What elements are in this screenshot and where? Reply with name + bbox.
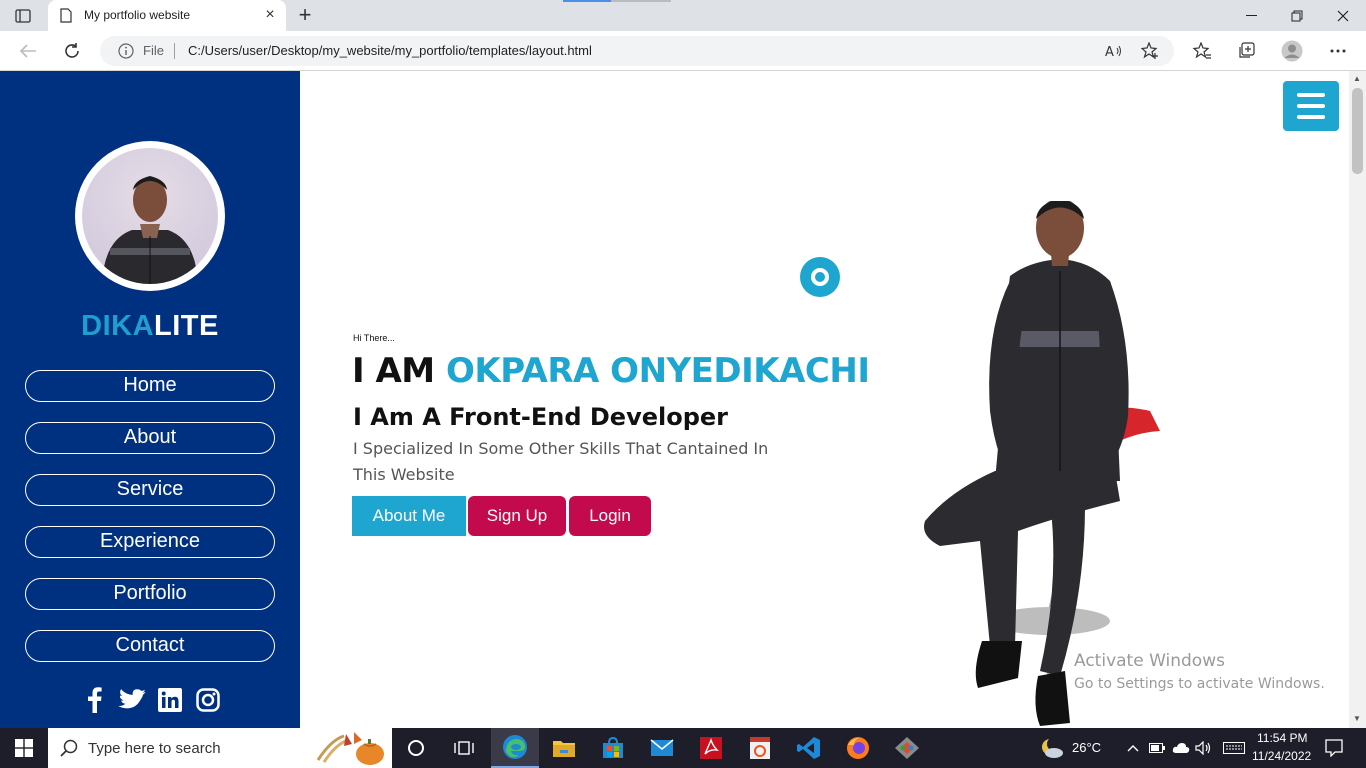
notification-center-icon[interactable] [1324,738,1344,758]
tab-indicator-secondary [611,0,671,2]
browser-tab[interactable]: My portfolio website × [48,0,286,31]
hero-description: I Specialized In Some Other Skills That … [353,439,769,484]
add-favorite-icon[interactable] [1140,42,1160,60]
collections-icon[interactable] [1234,40,1258,62]
tab-indicator [563,0,611,2]
url-text[interactable]: C:/Users/user/Desktop/my_website/my_port… [188,43,592,58]
microsoft-store-icon[interactable] [589,728,637,768]
refresh-icon[interactable] [59,39,85,63]
watermark-subtitle: Go to Settings to activate Windows. [1074,676,1325,692]
taskbar-date[interactable]: 11/24/2022 [1252,749,1311,763]
taskbar-search-box[interactable]: Type here to search [48,728,392,768]
browser-tab-bar: My portfolio website × + [0,0,1366,31]
profile-photo [82,148,218,284]
more-options-icon[interactable] [1326,40,1350,62]
hero-portrait-image [910,198,1170,728]
edge-browser-icon[interactable] [491,728,539,768]
nav-link-service[interactable]: Service [25,474,275,506]
sign-up-button[interactable]: Sign Up [468,496,566,536]
profile-photo-frame [75,141,225,291]
volume-icon[interactable] [1195,740,1213,756]
watermark-title: Activate Windows [1074,651,1225,671]
back-arrow-icon[interactable] [15,39,41,63]
instagram-icon[interactable] [194,686,222,714]
harvest-decoration-icon [316,730,388,766]
search-icon [60,739,78,762]
file-label: File [143,43,164,58]
taskbar-time[interactable]: 11:54 PM [1257,731,1307,745]
close-tab-icon[interactable]: × [262,7,278,23]
menu-bar [1297,115,1325,119]
favorites-icon[interactable] [1190,40,1214,62]
profile-avatar-icon[interactable] [1280,40,1304,62]
info-icon[interactable] [118,43,134,64]
tab-title: My portfolio website [84,8,191,22]
nav-link-portfolio[interactable]: Portfolio [25,578,275,610]
mail-icon[interactable] [638,728,686,768]
separator [174,43,175,59]
show-hidden-icons-chevron-icon[interactable] [1124,740,1142,756]
brand-part-1: DIKA [81,310,155,342]
file-explorer-icon[interactable] [540,728,588,768]
task-view-icon[interactable] [440,728,488,768]
adobe-acrobat-icon[interactable] [687,728,735,768]
new-tab-button[interactable]: + [294,4,316,27]
nav-link-home[interactable]: Home [25,370,275,402]
firefox-icon[interactable] [834,728,882,768]
search-placeholder: Type here to search [88,740,221,757]
scroll-up-arrow-icon[interactable]: ▲ [1353,74,1361,83]
keyboard-icon[interactable] [1222,740,1246,756]
headline-prefix: I AM [352,351,446,391]
hamburger-menu-button[interactable] [1283,81,1339,131]
side-navigation: Home About Service Experience Portfolio … [25,370,275,682]
twitter-icon[interactable] [118,686,146,714]
omnibox[interactable]: File C:/Users/user/Desktop/my_website/my… [100,36,1174,66]
weather-moon-icon[interactable] [1040,737,1064,759]
svg-text:A: A [1105,45,1114,58]
page-scrollbar[interactable]: ▲ ▼ [1349,71,1366,728]
battery-icon[interactable] [1148,740,1166,756]
windows-taskbar: Type here to search 26°C 11:54 PM 11/24/… [0,728,1366,768]
cortana-icon[interactable] [392,728,440,768]
hero-greeting: Hi There... [353,333,395,343]
menu-bar [1297,104,1325,108]
onedrive-cloud-icon[interactable] [1172,740,1190,756]
social-links [80,685,222,715]
ubuntu-app-icon[interactable] [736,728,784,768]
decorative-ring-icon [800,257,840,297]
site-sidebar: DIKALITE Home About Service Experience P… [0,71,300,728]
linkedin-icon[interactable] [156,686,184,714]
git-tool-icon[interactable] [883,728,931,768]
nav-link-experience[interactable]: Experience [25,526,275,558]
windows-start-icon[interactable] [0,728,48,768]
tab-actions-icon[interactable] [8,5,38,27]
weather-temperature[interactable]: 26°C [1072,740,1101,755]
nav-link-contact[interactable]: Contact [25,630,275,662]
vscode-icon[interactable] [785,728,833,768]
minimize-window-icon[interactable] [1228,5,1274,27]
scroll-down-arrow-icon[interactable]: ▼ [1353,714,1361,723]
brand-part-2: LITE [154,310,219,342]
hero-subtitle: I Am A Front-End Developer [353,403,728,431]
hero-headline: I AM OKPARA ONYEDIKACHI [352,351,870,391]
headline-name: OKPARA ONYEDIKACHI [445,351,870,391]
facebook-icon[interactable] [80,686,108,714]
address-bar: File C:/Users/user/Desktop/my_website/my… [0,31,1366,71]
page-icon [60,8,72,28]
read-aloud-icon[interactable]: A [1104,42,1124,60]
restore-window-icon[interactable] [1274,5,1320,27]
site-brand[interactable]: DIKALITE [0,310,300,343]
about-me-button[interactable]: About Me [352,496,466,536]
nav-link-about[interactable]: About [25,422,275,454]
login-button[interactable]: Login [569,496,651,536]
close-window-icon[interactable] [1320,5,1366,27]
scrollbar-thumb[interactable] [1352,88,1363,174]
activate-windows-watermark: Activate Windows Go to Settings to activ… [1074,651,1325,692]
menu-bar [1297,93,1325,97]
hero-section: Hi There... I AM OKPARA ONYEDIKACHI I Am… [300,71,1349,728]
